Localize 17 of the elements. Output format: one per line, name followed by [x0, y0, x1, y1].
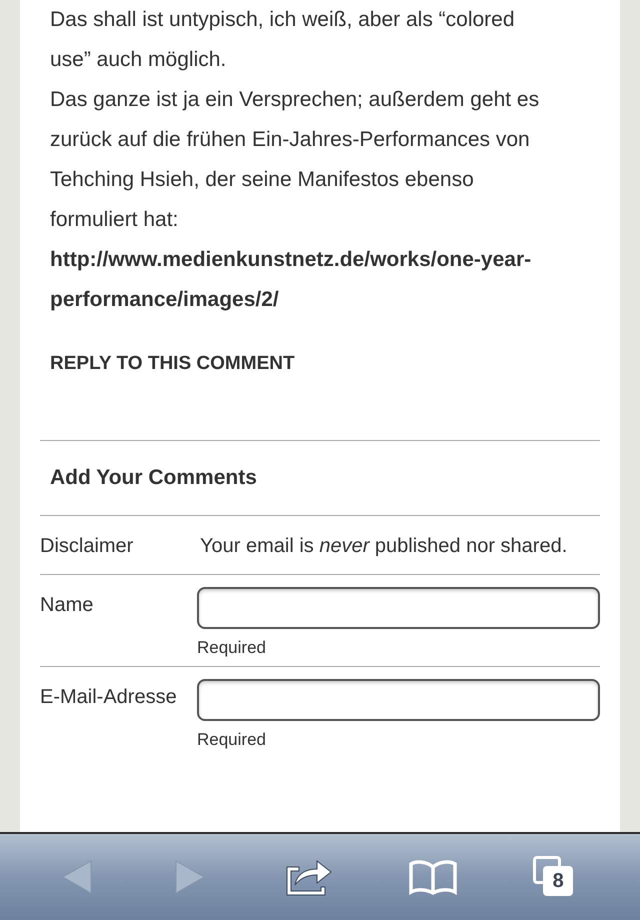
disclaimer-text: Your email is never published nor shared. [200, 534, 568, 559]
text-input[interactable] [197, 587, 600, 629]
comment-link[interactable]: http://www.medienkunstnetz.de/works/one-year-performance/images/2/ [50, 240, 550, 320]
tabs-button[interactable]: 8 [531, 854, 584, 900]
text-input[interactable] [197, 679, 600, 721]
field-label: Disclaimer [40, 534, 134, 559]
share-icon [284, 857, 333, 897]
reply-link[interactable]: REPLY TO THIS COMMENT [50, 344, 560, 384]
field-label: Name [40, 593, 94, 618]
comment-paragraph: Das shall ist untypisch, ich weiß, aber als “colored use” auch möglich. [50, 7, 516, 73]
book-icon [408, 859, 458, 895]
required-hint: Required [197, 730, 267, 750]
form-title: Add Your Comments [49, 465, 258, 492]
field-label: E-Mail-Adresse [40, 685, 178, 710]
required-hint: Required [197, 638, 267, 658]
tab-count: 8 [543, 866, 574, 896]
comment-paragraph: Das ganze ist ja ein Versprechen; außerdem geht es zurück auf die frühen Ein-Jahres-Performances von Tehching Hsieh, der seine Manifestos ebenso formuliert hat: [50, 87, 540, 233]
